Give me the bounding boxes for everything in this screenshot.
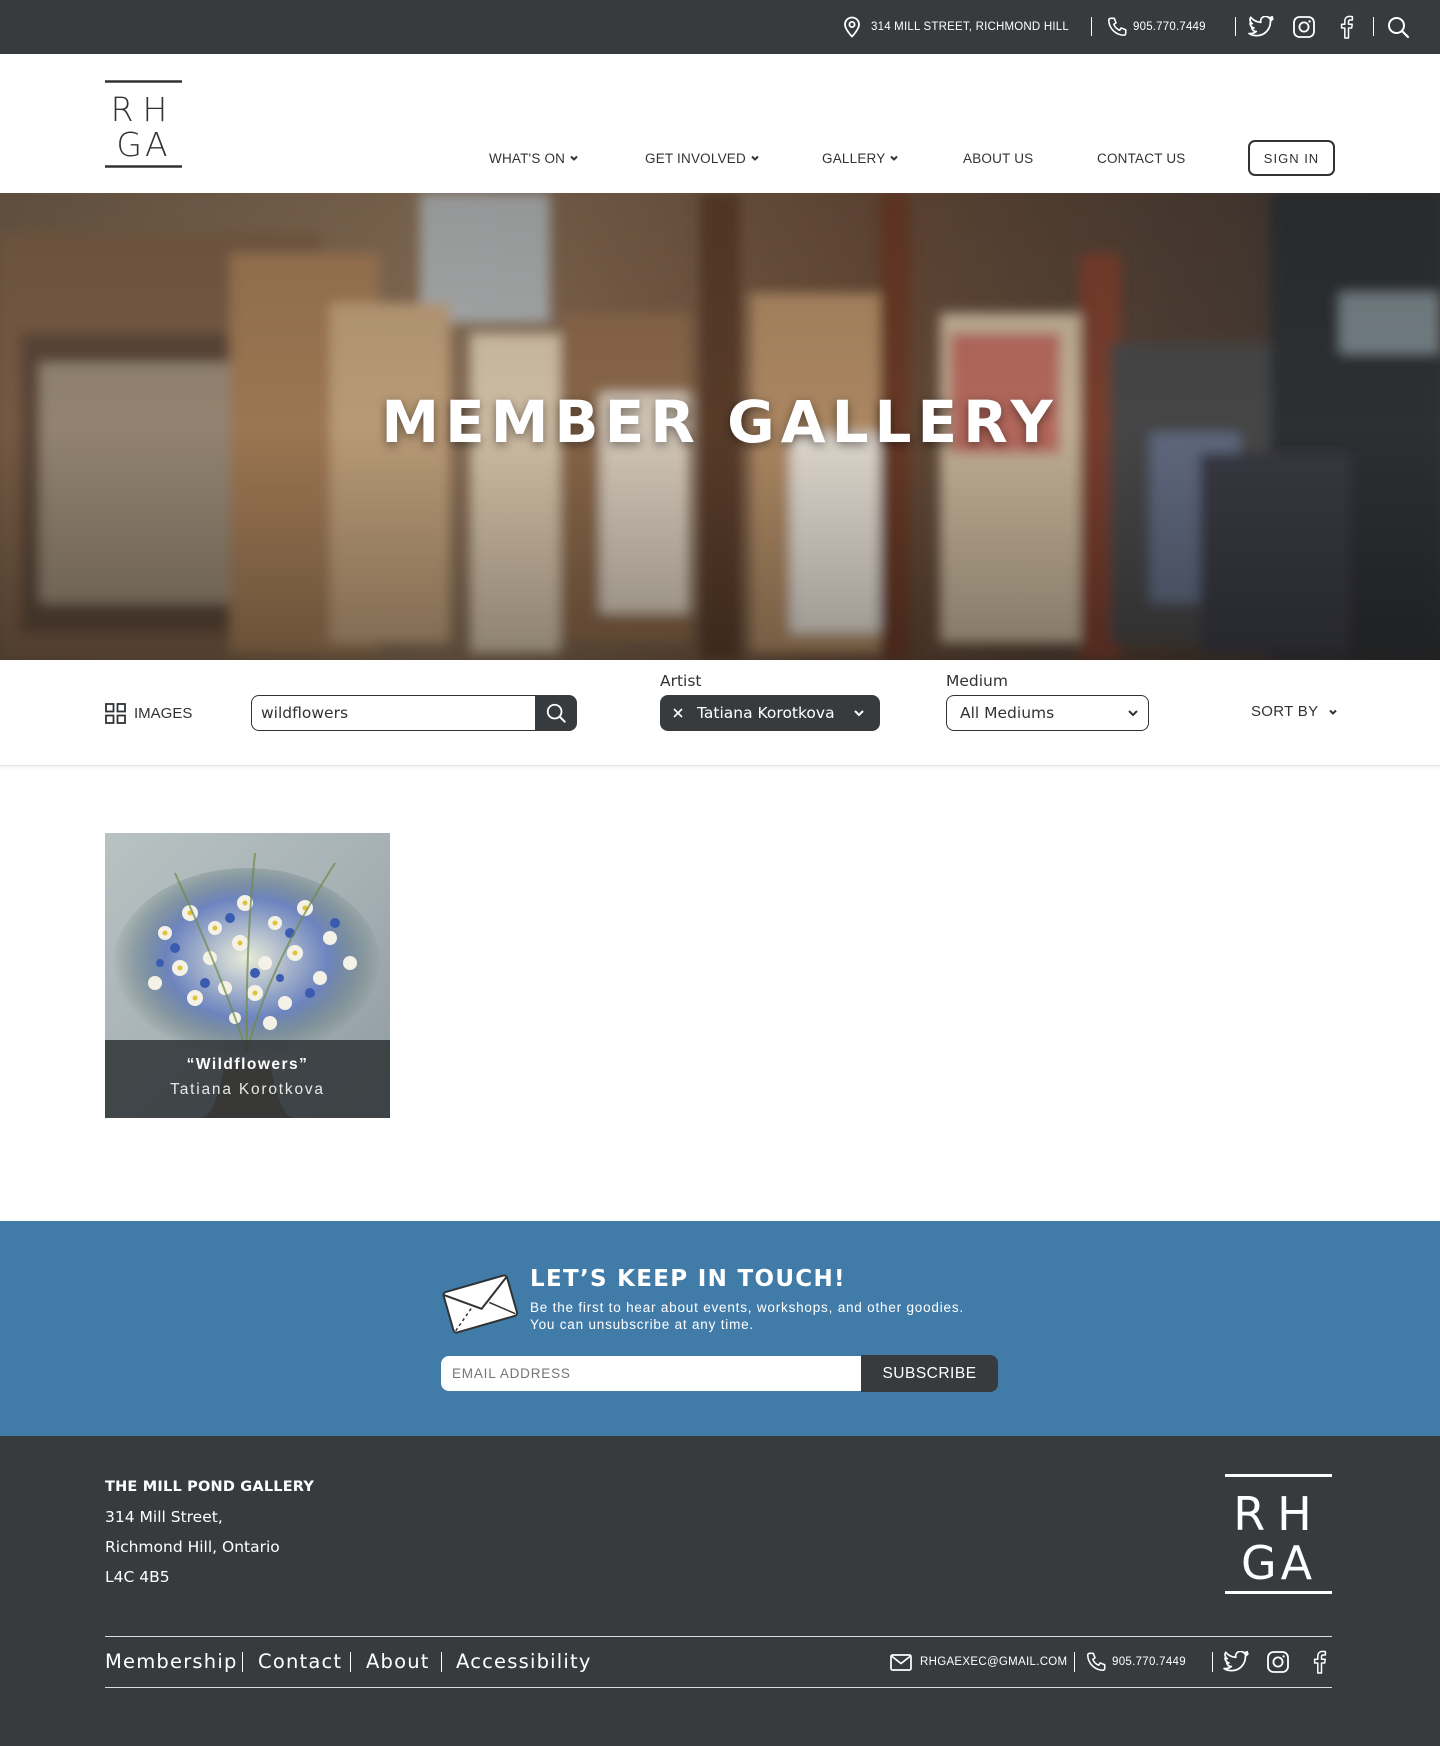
chevron-down-icon [854,710,864,717]
nav-label: CONTACT US [1097,150,1186,166]
footer-divider [105,1636,1332,1637]
divider [350,1652,351,1672]
nav-contact-us[interactable]: CONTACT US [1097,148,1186,168]
nav-about-us[interactable]: ABOUT US [963,148,1033,168]
artwork-card[interactable]: “Wildflowers” Tatiana Korotkova [105,833,390,1118]
hero-banner: MEMBER GALLERY [0,193,1440,660]
footer-email[interactable]: RHGAEXEC@GMAIL.COM [890,1650,1067,1674]
footer-link-about[interactable]: About [366,1650,430,1673]
footer-facebook-icon[interactable] [1306,1649,1332,1675]
clear-icon[interactable] [672,707,684,719]
divider [1212,1652,1213,1672]
newsletter-title: LET’S KEEP IN TOUCH! [530,1266,846,1292]
gallery-search-button[interactable] [535,695,577,731]
newsletter-subtitle-line2: You can unsubscribe at any time. [530,1317,754,1332]
search-icon[interactable] [1385,14,1411,40]
artist-filter-value: Tatiana Korotkova [697,704,835,722]
site-logo[interactable]: RH GA [105,80,182,168]
phone-icon [1107,17,1127,37]
search-icon [546,703,566,723]
footer-instagram-icon[interactable] [1265,1649,1291,1675]
newsletter-email-input[interactable] [441,1356,862,1391]
nav-label: WHAT'S ON [489,150,566,166]
topbar-address[interactable]: 314 MILL STREET, RICHMOND HILL [842,0,1069,54]
newsletter-subtitle: Be the first to hear about events, works… [530,1299,964,1333]
footer-address-line1: 314 Mill Street, [105,1508,223,1526]
images-view-toggle[interactable]: IMAGES [105,703,192,724]
footer-link-contact[interactable]: Contact [258,1650,342,1673]
newsletter-section: LET’S KEEP IN TOUCH! Be the first to hea… [0,1221,1440,1436]
grid-icon [105,703,126,724]
footer-gallery-name: THE MILL POND GALLERY [105,1479,315,1495]
medium-filter-value: All Mediums [960,704,1055,722]
location-pin-icon [844,16,860,38]
artwork-caption: “Wildflowers” Tatiana Korotkova [105,1040,390,1118]
footer-logo-line1: RH [1233,1487,1324,1541]
envelope-icon [442,1274,519,1334]
site-header: RH GA WHAT'S ON GET INVOLVED GALLERY ABO… [0,54,1440,193]
medium-filter-select[interactable]: All Mediums [946,695,1149,731]
footer-logo[interactable]: RH GA [1225,1474,1332,1594]
site-footer: THE MILL POND GALLERY 314 Mill Street, R… [0,1436,1440,1746]
nav-label: GALLERY [822,150,886,166]
footer-link-accessibility[interactable]: Accessibility [456,1650,592,1673]
logo-text-line1: RH [111,90,177,129]
topbar-phone[interactable]: 905.770.7449 [1106,0,1206,54]
medium-filter-label: Medium [946,672,1008,690]
divider [1091,17,1092,36]
chevron-down-icon [751,155,759,161]
instagram-icon[interactable] [1291,14,1317,40]
footer-phone[interactable]: 905.770.7449 [1085,1650,1186,1674]
mail-icon [890,1653,912,1671]
footer-phone-text: 905.770.7449 [1112,1656,1186,1668]
gallery-search [251,695,577,731]
nav-get-involved[interactable]: GET INVOLVED [645,148,760,168]
newsletter-subtitle-line1: Be the first to hear about events, works… [530,1300,964,1315]
footer-email-text: RHGAEXEC@GMAIL.COM [920,1656,1068,1668]
artist-filter-label: Artist [660,672,702,690]
sort-by-label: SORT BY [1251,703,1319,720]
nav-gallery[interactable]: GALLERY [822,148,899,168]
chevron-down-icon [890,155,899,161]
artwork-artist: Tatiana Korotkova [170,1081,325,1098]
phone-icon [1086,1652,1106,1672]
topbar-address-text: 314 MILL STREET, RICHMOND HILL [871,21,1069,33]
footer-twitter-icon[interactable] [1223,1649,1249,1675]
nav-label: ABOUT US [963,150,1034,166]
filter-bar: IMAGES Artist Tatiana Korotkova Medium A… [0,660,1440,766]
subscribe-button[interactable]: SUBSCRIBE [861,1355,998,1392]
footer-link-membership[interactable]: Membership [105,1650,238,1673]
chevron-down-icon [1329,709,1338,715]
footer-postal-code: L4C 4B5 [105,1568,170,1586]
gallery-search-input[interactable] [251,695,537,731]
artist-filter-select[interactable]: Tatiana Korotkova [660,695,880,731]
images-view-label: IMAGES [134,705,193,722]
chevron-down-icon [570,155,578,161]
divider [1074,1652,1075,1672]
footer-address-line2: Richmond Hill, Ontario [105,1538,280,1556]
divider [1235,17,1236,36]
nav-whats-on[interactable]: WHAT'S ON [489,148,579,168]
divider [1373,17,1374,36]
artwork-title: “Wildflowers” [186,1056,309,1073]
top-bar: 314 MILL STREET, RICHMOND HILL 905.770.7… [0,0,1440,54]
sign-in-button[interactable]: SIGN IN [1248,140,1335,176]
footer-logo-line2: GA [1241,1536,1316,1590]
divider [242,1652,243,1672]
chevron-down-icon [1128,710,1138,717]
divider [441,1652,442,1672]
hero-title: MEMBER GALLERY [381,388,1059,456]
nav-label: GET INVOLVED [645,150,746,166]
footer-divider [105,1687,1332,1688]
twitter-icon[interactable] [1248,14,1274,40]
sort-by-dropdown[interactable]: SORT BY [1251,703,1338,720]
logo-text-line2: GA [116,125,170,164]
facebook-icon[interactable] [1333,14,1359,40]
topbar-phone-text: 905.770.7449 [1133,21,1206,33]
